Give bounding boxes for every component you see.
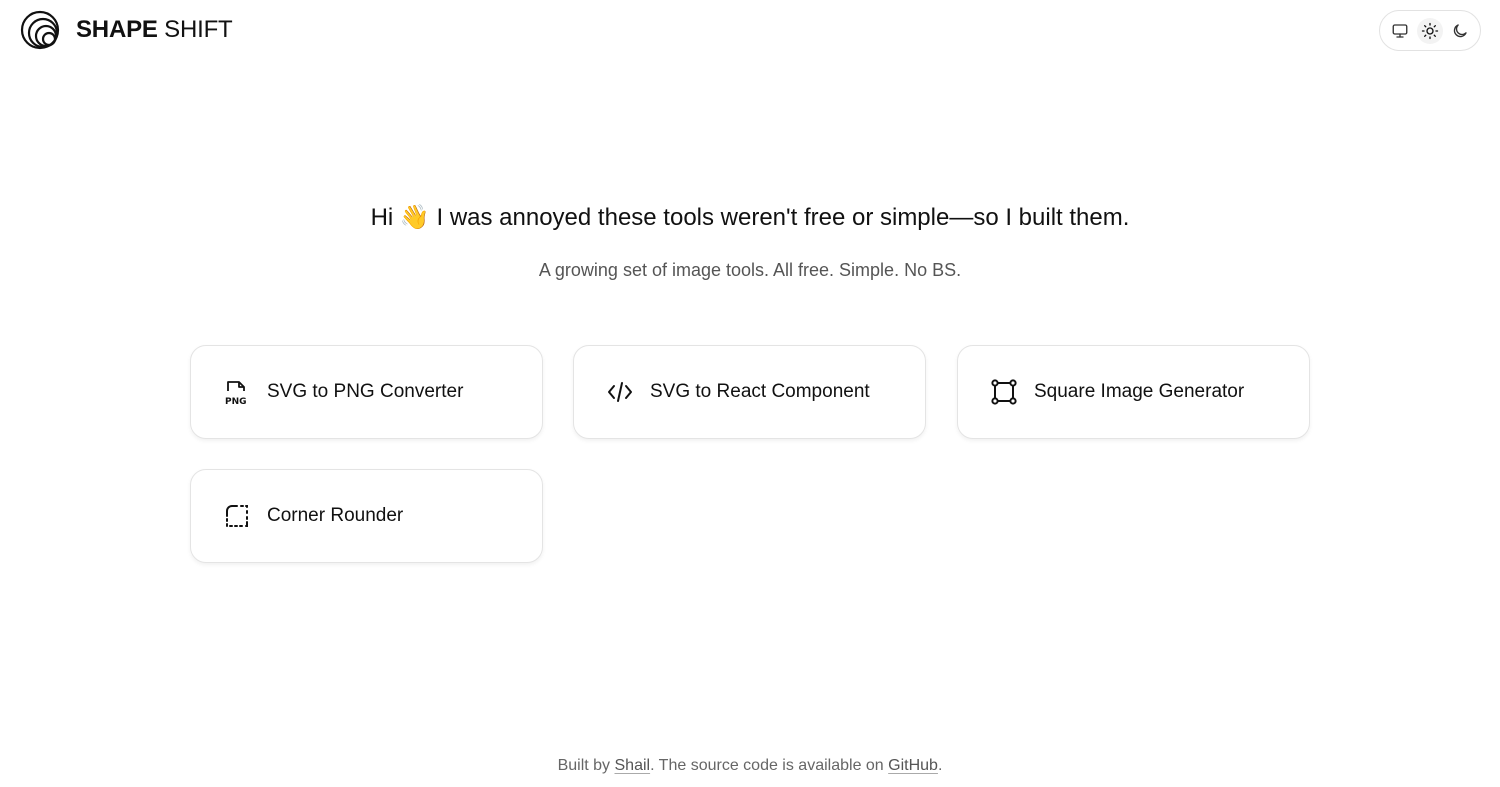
- theme-switcher: [1379, 10, 1481, 51]
- brand-name: SHAPE SHIFT: [76, 10, 233, 50]
- site-header: SHAPE SHIFT: [0, 0, 1500, 62]
- svg-text:PNG: PNG: [225, 397, 247, 406]
- author-link[interactable]: Shail: [615, 757, 651, 774]
- footer-prefix: Built by: [557, 757, 611, 774]
- theme-system-button[interactable]: [1387, 18, 1413, 44]
- tool-card-label: SVG to React Component: [650, 381, 870, 402]
- hero-subtitle: A growing set of image tools. All free. …: [538, 260, 962, 280]
- sun-icon: [1421, 22, 1439, 39]
- tool-card-label: Corner Rounder: [267, 505, 404, 526]
- theme-dark-button[interactable]: [1447, 18, 1473, 44]
- site-footer: Built by Shail. The source code is avail…: [0, 755, 1500, 777]
- hero-title-text: I was annoyed these tools weren't free o…: [436, 204, 1130, 231]
- theme-light-button[interactable]: [1417, 17, 1443, 44]
- concentric-circles-logo-icon: [20, 10, 60, 50]
- brand-name-bold: SHAPE: [76, 16, 158, 43]
- brand-home-link[interactable]: SHAPE SHIFT: [20, 10, 233, 50]
- moon-icon: [1453, 23, 1467, 37]
- tool-card-square-image[interactable]: Square Image Generator: [957, 345, 1310, 439]
- tool-card-label: Square Image Generator: [1034, 381, 1245, 402]
- footer-middle: . The source code is available on: [650, 757, 884, 774]
- github-link[interactable]: GitHub: [888, 757, 938, 774]
- monitor-icon: [1392, 23, 1408, 38]
- tool-card-svg-to-react[interactable]: SVG to React Component: [573, 345, 926, 439]
- brand-name-light: SHIFT: [164, 16, 233, 43]
- tool-card-label: SVG to PNG Converter: [267, 381, 464, 402]
- square-frame-icon: [990, 378, 1018, 406]
- hero-greeting: Hi: [370, 204, 394, 231]
- rounded-corner-icon: [223, 502, 251, 530]
- tool-card-svg-to-png[interactable]: PNG SVG to PNG Converter: [190, 345, 543, 439]
- hero-title: Hi 👋 I was annoyed these tools weren't f…: [0, 200, 1500, 235]
- waving-hand-icon: 👋: [399, 203, 430, 231]
- png-file-icon: PNG: [223, 378, 251, 406]
- code-icon: [606, 378, 634, 406]
- footer-suffix: .: [937, 757, 943, 774]
- tool-card-corner-rounder[interactable]: Corner Rounder: [190, 469, 543, 563]
